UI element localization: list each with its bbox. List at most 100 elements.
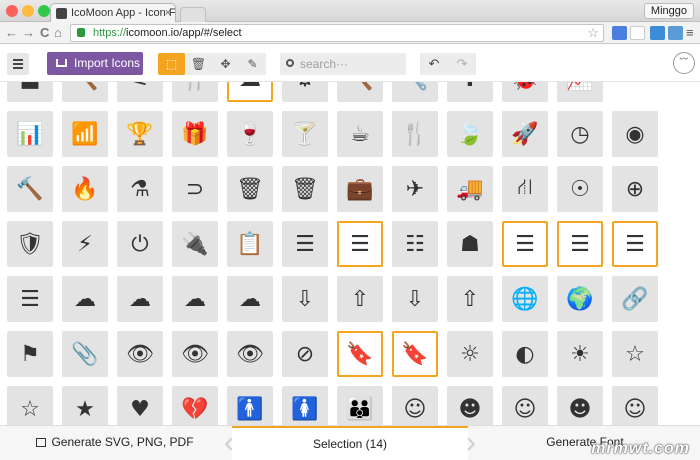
edit-tool-button[interactable]: ✎ xyxy=(239,53,266,75)
gmail-extension-icon[interactable] xyxy=(630,26,645,40)
icon-cell[interactable]: ☁ xyxy=(117,276,163,322)
icon-cell[interactable]: ⚙ xyxy=(282,82,328,102)
icon-cell[interactable]: 🔗 xyxy=(612,276,658,322)
forward-icon[interactable]: → xyxy=(22,24,35,41)
icon-cell[interactable]: 👪 xyxy=(337,386,383,425)
icon-cell[interactable]: 🔧 xyxy=(392,82,438,102)
icon-cell[interactable]: ⚗ xyxy=(117,166,163,212)
icon-cell[interactable]: ☁ xyxy=(227,82,273,102)
icon-cell[interactable]: 🍃 xyxy=(447,111,493,157)
extension-icon-2[interactable] xyxy=(668,26,683,40)
icon-cell[interactable]: 🍸 xyxy=(282,111,328,157)
icon-cell[interactable]: 🔨 xyxy=(7,166,53,212)
icon-cell[interactable]: 📶 xyxy=(62,111,108,157)
icon-cell[interactable]: ☁ xyxy=(172,276,218,322)
icon-cell[interactable]: 👁 xyxy=(172,331,218,377)
bookmark-star-icon[interactable]: ☆ xyxy=(587,25,599,41)
translate-extension-icon[interactable] xyxy=(612,26,627,40)
icon-cell[interactable]: 🍷 xyxy=(227,111,273,157)
icon-cell[interactable]: ☗ xyxy=(447,221,493,267)
icon-cell[interactable]: 🔨 xyxy=(62,82,108,102)
icon-cell[interactable]: 🔖 xyxy=(337,331,383,377)
icon-cell[interactable]: 📎 xyxy=(62,331,108,377)
icon-cell[interactable]: 📋 xyxy=(227,221,273,267)
icon-cell[interactable]: 👁 xyxy=(117,331,163,377)
icon-cell[interactable]: ☕ xyxy=(337,111,383,157)
icon-cell[interactable]: ☷ xyxy=(392,221,438,267)
icon-cell[interactable]: ◐ xyxy=(502,331,548,377)
icon-cell[interactable]: ☺ xyxy=(502,386,548,425)
icon-cell[interactable]: ■ xyxy=(7,82,53,102)
search-input[interactable]: search··· xyxy=(280,53,406,75)
icon-cell[interactable]: ✚ xyxy=(447,82,493,102)
icon-cell[interactable]: ☉ xyxy=(557,166,603,212)
icon-cell[interactable]: ♥ xyxy=(117,386,163,425)
home-icon[interactable]: ⌂ xyxy=(54,24,62,41)
profile-button[interactable]: Minggo xyxy=(643,3,694,19)
icon-cell[interactable]: ☀ xyxy=(557,331,603,377)
icon-cell[interactable]: ☻ xyxy=(447,386,493,425)
icon-cell[interactable]: ☆ xyxy=(7,386,53,425)
icon-cell[interactable]: ⛙ xyxy=(502,166,548,212)
new-tab-button[interactable] xyxy=(180,7,206,22)
minimize-window-button[interactable] xyxy=(22,5,34,17)
chrome-menu-icon[interactable]: ≡ xyxy=(686,24,694,41)
close-window-button[interactable] xyxy=(6,5,18,17)
icon-cell[interactable]: 🔥 xyxy=(62,166,108,212)
address-bar[interactable]: https://icomoon.io/app/#/select ☆ xyxy=(70,24,604,42)
icon-cell[interactable]: ⊃ xyxy=(172,166,218,212)
icon-cell[interactable]: ☺ xyxy=(392,386,438,425)
undo-button[interactable]: ↶ xyxy=(420,53,448,75)
move-tool-button[interactable]: ✥ xyxy=(212,53,239,75)
icon-cell[interactable]: 💔 xyxy=(172,386,218,425)
icon-cell[interactable]: ⏻ xyxy=(117,221,163,267)
import-icons-button[interactable]: Import Icons xyxy=(47,52,143,75)
close-tab-icon[interactable]: × xyxy=(165,4,171,22)
icon-cell[interactable]: 💼 xyxy=(337,166,383,212)
icon-cell[interactable]: ☰ xyxy=(612,221,658,267)
redo-button[interactable]: ↷ xyxy=(448,53,476,75)
icon-cell[interactable]: ⊘ xyxy=(282,331,328,377)
icon-cell[interactable]: ★ xyxy=(62,386,108,425)
icon-cell[interactable]: ◷ xyxy=(557,111,603,157)
extension-icon[interactable] xyxy=(650,26,665,40)
icon-cell[interactable]: 🚚 xyxy=(447,166,493,212)
icon-cell[interactable]: 🎁 xyxy=(172,111,218,157)
main-menu-button[interactable] xyxy=(7,53,29,75)
selection-tab[interactable]: Selection (14) xyxy=(232,426,468,460)
icon-cell[interactable]: ☺ xyxy=(612,386,658,425)
icon-cell[interactable]: 🌐 xyxy=(502,276,548,322)
icon-cell[interactable]: ◉ xyxy=(612,111,658,157)
icon-cell[interactable]: ☼ xyxy=(447,331,493,377)
back-icon[interactable]: ← xyxy=(5,24,18,41)
icon-cell[interactable]: ☰ xyxy=(557,221,603,267)
icon-cell[interactable]: ☁ xyxy=(227,276,273,322)
icon-cell[interactable]: 🚺 xyxy=(282,386,328,425)
browser-tab[interactable]: IcoMoon App - Icon Font, S × xyxy=(50,3,176,22)
icon-cell[interactable]: 🚹 xyxy=(227,386,273,425)
icon-cell[interactable]: ⚡ xyxy=(62,221,108,267)
icon-cell[interactable]: ☰ xyxy=(337,221,383,267)
icon-cell[interactable]: 🚀 xyxy=(502,111,548,157)
icon-cell[interactable]: ☰ xyxy=(502,221,548,267)
icon-cell[interactable]: ⇧ xyxy=(447,276,493,322)
account-smiley-icon[interactable]: ˘˘ xyxy=(673,52,695,74)
icon-cell[interactable]: 👁 xyxy=(227,331,273,377)
icon-cell[interactable]: ⇩ xyxy=(392,276,438,322)
icon-cell[interactable]: ⚟ xyxy=(117,82,163,102)
icon-cell[interactable]: 🛡 xyxy=(7,221,53,267)
zoom-window-button[interactable] xyxy=(38,5,50,17)
icon-cell[interactable]: ☻ xyxy=(557,386,603,425)
icon-cell[interactable]: 📊 xyxy=(7,111,53,157)
icon-cell[interactable]: ⊕ xyxy=(612,166,658,212)
reload-icon[interactable]: C xyxy=(40,24,49,41)
icon-cell[interactable]: ☰ xyxy=(282,221,328,267)
icon-cell[interactable]: ☰ xyxy=(7,276,53,322)
generate-svg-button[interactable]: Generate SVG, PNG, PDF xyxy=(0,426,230,460)
icon-cell[interactable]: ✈ xyxy=(392,166,438,212)
icon-cell[interactable]: ⇩ xyxy=(282,276,328,322)
select-tool-button[interactable]: ⬚ xyxy=(158,53,185,75)
icon-cell[interactable]: 🐞 xyxy=(502,82,548,102)
icon-cell[interactable]: 📈 xyxy=(557,82,603,102)
delete-tool-button[interactable]: 🗑 xyxy=(185,53,212,75)
